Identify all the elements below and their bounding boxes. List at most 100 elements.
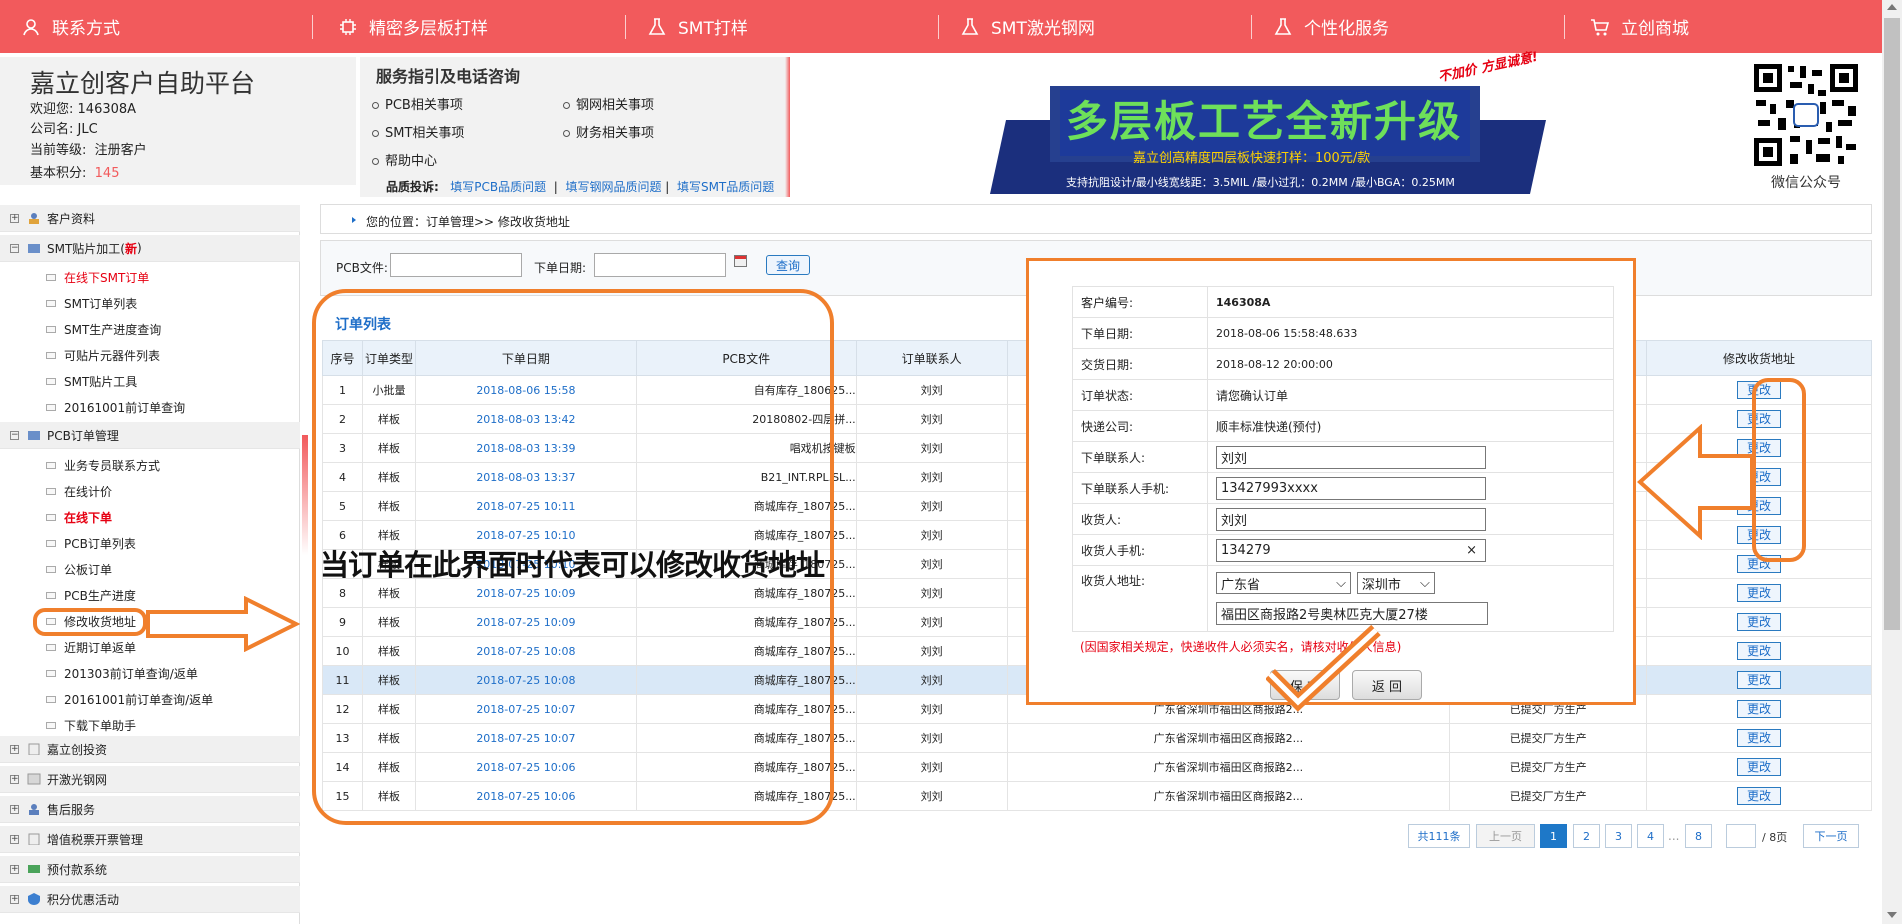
expand-icon[interactable]: + [10,744,19,754]
sidebar-group-smt[interactable]: − SMT贴片加工(新) [0,235,300,262]
scroll-down-icon[interactable] [1887,912,1897,918]
nav-smt[interactable]: SMT打样 [646,0,938,53]
scroll-up-icon[interactable] [1887,4,1897,10]
edit-address-button[interactable]: 更改 [1737,700,1782,718]
sidebar-item-smt-list[interactable]: SMT订单列表 [46,295,137,312]
page-last-button[interactable]: 8 [1685,824,1712,848]
contact-phone-input[interactable]: 13427993xxxx [1216,476,1486,500]
cell-status: 已提交厂方生产 [1449,752,1648,782]
page-2-button[interactable]: 2 [1573,824,1600,848]
top-nav: 联系方式 精密多层板打样 SMT打样 SMT激光钢网 个性化服务 立创商城 [0,0,1882,53]
edit-address-button[interactable]: 更改 [1737,613,1782,631]
sidebar-group-pcb[interactable]: − PCB订单管理 [0,422,300,449]
folder-icon [27,242,41,254]
receiver-phone-label: 收货人手机: [1072,534,1208,566]
service-link-smt[interactable]: SMT相关事项 [372,122,464,141]
query-button[interactable]: 查询 [766,255,810,275]
flask-icon [959,16,981,38]
expand-icon[interactable]: + [10,864,19,874]
page-3-button[interactable]: 3 [1605,824,1632,848]
sidebar-item-pcb-list[interactable]: PCB订单列表 [46,535,136,552]
sidebar-item-201303-orders[interactable]: 201303前订单查询/返单 [46,665,198,682]
quality-complaint: 品质投诉: 填写PCB品质问题 | 填写钢网品质问题 | 填写SMT品质问题 [386,180,775,194]
sidebar-item-smt-order[interactable]: 在线下SMT订单 [46,269,149,286]
page-jump-input[interactable] [1726,824,1756,848]
receiver-phone-input[interactable]: 134279 × [1216,538,1486,562]
page-1-button[interactable]: 1 [1540,824,1567,848]
expand-icon[interactable]: + [10,894,19,904]
nav-divider [1564,14,1565,39]
pcb-file-input[interactable] [390,253,522,277]
sidebar-group-prepay[interactable]: + 预付款系统 [0,856,300,883]
platform-title: 嘉立创客户自助平台 [30,69,256,98]
city-select[interactable]: 深圳市 ⌵ [1356,572,1435,594]
sidebar-item-download-helper[interactable]: 下载下单助手 [46,717,136,734]
col-header-contact: 订单联系人 [855,340,1008,376]
complaint-link-smt[interactable]: 填写SMT品质问题 [677,180,774,194]
nav-multilayer[interactable]: 精密多层板打样 [337,0,625,53]
sidebar-item-pcb-progress[interactable]: PCB生产进度 [46,587,136,604]
cell-edit: 更改 [1646,752,1872,782]
nav-stencil[interactable]: SMT激光钢网 [959,0,1251,53]
edit-address-button[interactable]: 更改 [1737,642,1782,660]
contact-input[interactable]: 刘刘 [1216,445,1486,469]
edit-address-button[interactable]: 更改 [1737,584,1782,602]
nav-contact[interactable]: 联系方式 [20,0,312,53]
complaint-link-stencil[interactable]: 填写钢网品质问题 [565,180,661,194]
sidebar-group-invoice[interactable]: + 增值税票开票管理 [0,826,300,853]
sidebar-item-reorder[interactable]: 近期订单返单 [46,639,136,656]
sidebar-item-quote[interactable]: 在线计价 [46,483,112,500]
edit-address-button[interactable]: 更改 [1737,671,1782,689]
service-link-help[interactable]: 帮助中心 [372,150,437,169]
sidebar-item-20161001-orders[interactable]: 20161001前订单查询/返单 [46,691,213,708]
sidebar-item-panel-orders[interactable]: 公板订单 [46,561,112,578]
receiver-label: 收货人: [1072,503,1208,535]
cell-edit: 更改 [1646,723,1872,753]
doc-icon [27,833,41,846]
sidebar-group-aftersale[interactable]: + 售后服务 [0,796,300,823]
collapse-arrow-icon[interactable] [302,643,307,653]
prev-page-button[interactable]: 上一页 [1476,824,1535,848]
edit-address-button[interactable]: 更改 [1737,787,1782,805]
expand-icon[interactable]: + [10,774,19,784]
banner-specs: 支持抗阻设计/最小线宽线距：3.5MIL /最小过孔：0.2MM /最小BGA：… [1066,176,1455,189]
service-link-pcb[interactable]: PCB相关事项 [372,94,463,113]
service-link-stencil[interactable]: 钢网相关事项 [563,94,654,113]
sidebar-group-stencil[interactable]: + 开激光钢网 [0,766,300,793]
expand-icon[interactable]: + [10,834,19,844]
scrollbar-thumb[interactable] [1884,18,1900,630]
page-4-button[interactable]: 4 [1637,824,1664,848]
nav-label: 个性化服务 [1304,19,1389,39]
sidebar-item-smt-progress[interactable]: SMT生产进度查询 [46,321,161,338]
nav-mall[interactable]: 立创商城 [1589,0,1689,53]
nav-label: SMT激光钢网 [991,19,1095,39]
sidebar-item-sales-contact[interactable]: 业务专员联系方式 [46,457,160,474]
sidebar-item-components[interactable]: 可贴片元器件列表 [46,347,160,364]
next-page-button[interactable]: 下一页 [1803,824,1859,848]
expand-icon[interactable]: + [10,213,19,223]
receiver-input[interactable]: 刘刘 [1216,507,1486,531]
sidebar-group-points[interactable]: + 积分优惠活动 [0,886,300,913]
sidebar-collapse-handle[interactable] [300,205,310,924]
edit-address-button[interactable]: 更改 [1737,758,1782,776]
calendar-icon[interactable] [734,255,747,267]
order-date-input[interactable] [594,253,726,277]
sidebar-item-place-order[interactable]: 在线下单 [46,509,112,526]
sidebar: + 客户资料 − SMT贴片加工(新) − PCB订单管理 + 嘉立创投资 + 开激光钢网… [0,205,300,924]
edit-address-button[interactable]: 更改 [1737,729,1782,747]
sidebar-group-customer[interactable]: + 客户资料 [0,205,300,232]
sidebar-group-invest[interactable]: + 嘉立创投资 [0,736,300,763]
expand-icon[interactable]: + [10,804,19,814]
nav-custom-service[interactable]: 个性化服务 [1272,0,1564,53]
complaint-link-pcb[interactable]: 填写PCB品质问题 [450,180,546,194]
annotation-arrow-right [146,596,300,652]
annotation-oval-menu [33,608,147,636]
sidebar-item-smt-tools[interactable]: SMT贴片工具 [46,373,137,390]
collapse-icon[interactable]: − [10,430,19,440]
service-link-finance[interactable]: 财务相关事项 [563,122,654,141]
collapse-icon[interactable]: − [10,243,19,253]
sidebar-item-smt-old-orders[interactable]: 20161001前订单查询 [46,399,185,416]
clear-icon[interactable]: × [1466,543,1477,558]
province-select[interactable]: 广东省 ⌵ [1216,572,1351,594]
service-box-edge [785,57,790,197]
